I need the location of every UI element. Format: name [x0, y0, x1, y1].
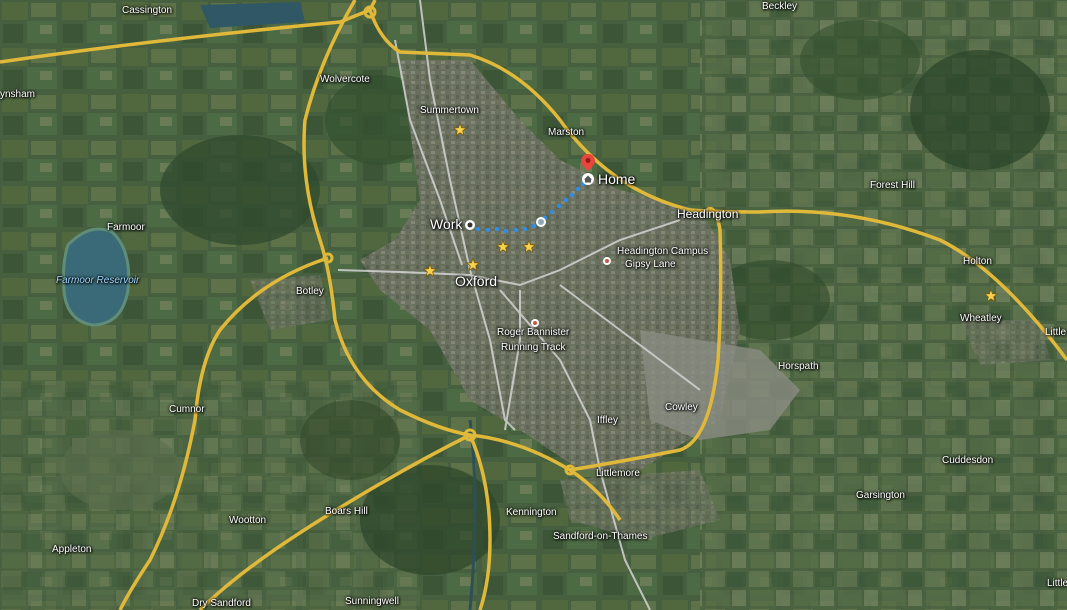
headington-campus-icon[interactable]	[602, 253, 612, 271]
place-label-cassington: Cassington	[122, 5, 173, 16]
place-label-iffley: Iffley	[597, 415, 618, 426]
place-label-holton: Holton	[963, 256, 992, 267]
place-label-cumnor: Cumnor	[169, 404, 205, 415]
place-label-sunningwell: Sunningwell	[345, 596, 399, 607]
place-label-kennington: Kennington	[506, 507, 557, 518]
place-label-forest-hill: Forest Hill	[870, 180, 916, 191]
place-label-garsington: Garsington	[856, 490, 905, 501]
poi-label-headington-campus[interactable]: Headington Campus	[617, 247, 708, 257]
map-view[interactable]: Cassington Beckley ynsham Wolvercote Sum…	[0, 0, 1067, 610]
work-pin-icon[interactable]	[464, 218, 476, 236]
place-label-sandford-on-thames: Sandford-on-Thames	[553, 531, 648, 542]
place-label-headington: Headington	[677, 207, 739, 221]
route-dot	[503, 228, 509, 234]
place-label-beckley: Beckley	[762, 1, 798, 12]
place-label-appleton: Appleton	[52, 544, 92, 555]
route-dot	[513, 227, 519, 233]
place-label-cuddesdon: Cuddesdon	[942, 455, 994, 466]
home-pin-icon[interactable]	[580, 153, 596, 190]
place-label-cowley: Cowley	[665, 402, 698, 413]
place-label-little-east: Little	[1045, 327, 1067, 338]
place-label-wheatley: Wheatley	[960, 313, 1002, 324]
place-label-oxford: Oxford	[455, 273, 498, 289]
place-label-farmoor: Farmoor	[107, 222, 145, 233]
poi-label-running-track[interactable]: Running Track	[501, 343, 565, 353]
place-label-wolvercote: Wolvercote	[320, 74, 370, 85]
route-waypoint-icon[interactable]	[535, 215, 547, 233]
route-dot	[485, 227, 491, 233]
place-label-horspath: Horspath	[778, 361, 819, 372]
route-dot	[475, 226, 481, 232]
home-pin-label[interactable]: Home	[598, 172, 635, 186]
work-pin-label[interactable]: Work	[430, 217, 462, 231]
route-dot	[494, 226, 500, 232]
place-label-wootton: Wootton	[229, 515, 267, 526]
place-label-marston: Marston	[548, 127, 585, 138]
satellite-imagery	[0, 0, 1067, 610]
poi-label-gipsy-lane[interactable]: Gipsy Lane	[625, 260, 676, 270]
route-dot	[522, 226, 528, 232]
route-dot	[569, 192, 575, 198]
place-label-littlemore: Littlemore	[596, 468, 640, 479]
place-label-summertown: Summertown	[420, 105, 479, 116]
poi-label-roger-bannister[interactable]: Roger Bannister	[497, 328, 569, 338]
place-label-botley: Botley	[296, 286, 324, 297]
place-label-little-se: Little	[1047, 578, 1067, 589]
route-dot	[556, 203, 562, 209]
route-dot	[549, 209, 555, 215]
place-label-boars-hill: Boars Hill	[325, 506, 368, 517]
route-dot	[563, 197, 569, 203]
place-label-dry-sandford: Dry Sandford	[192, 598, 251, 609]
water-label-farmoor-reservoir: Farmoor Reservoir	[56, 275, 140, 286]
place-label-eynsham: ynsham	[0, 89, 36, 100]
